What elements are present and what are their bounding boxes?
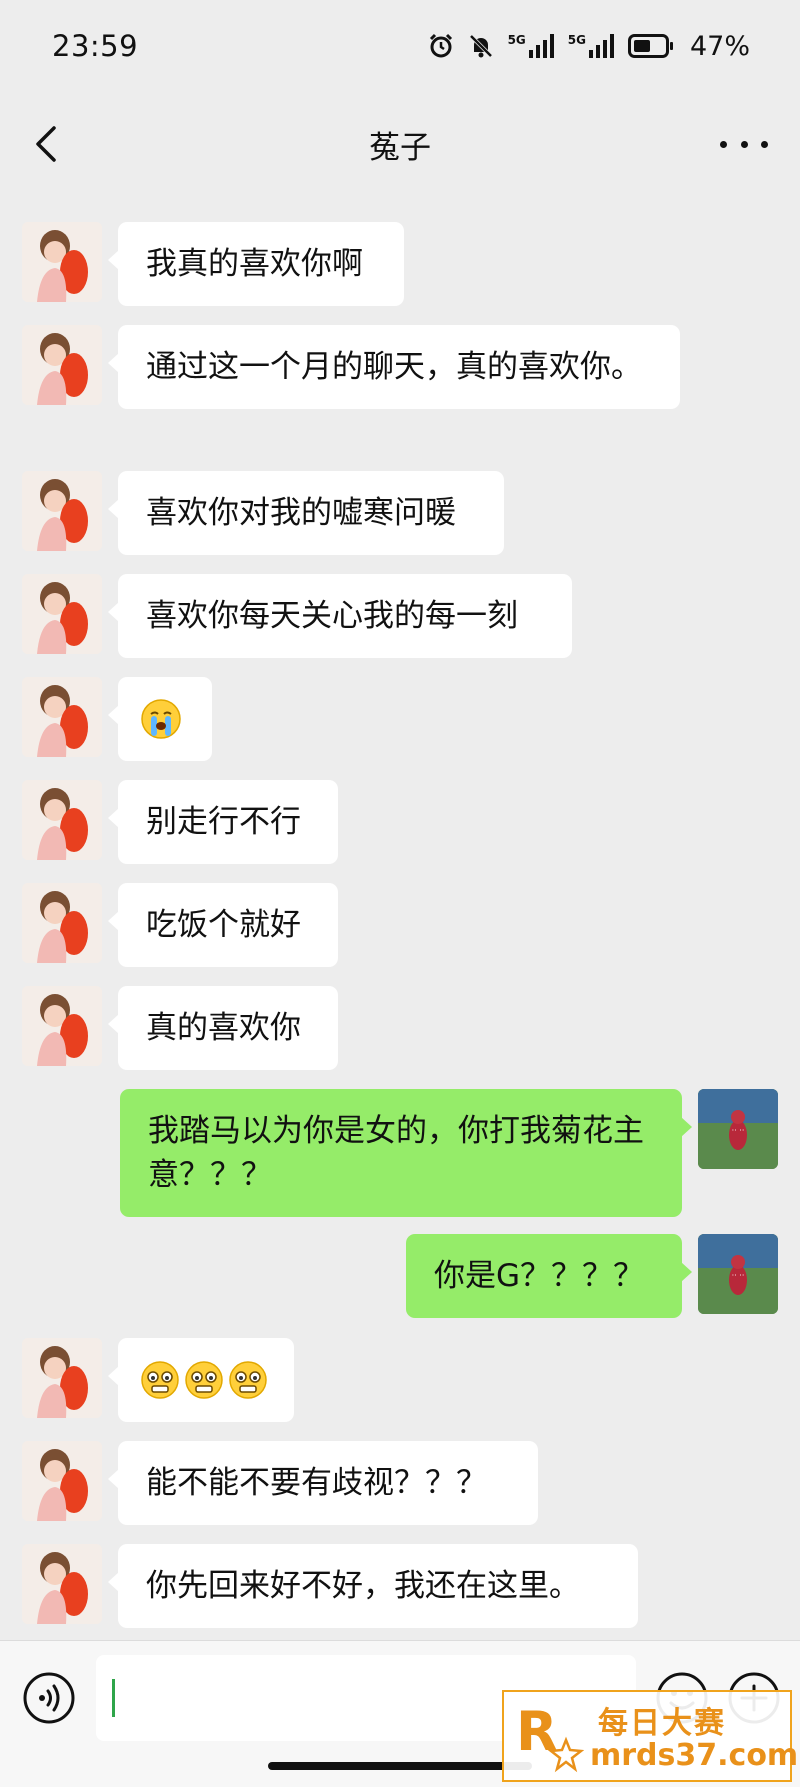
watermark-logo-icon: R	[516, 1700, 584, 1773]
message-bubble-outgoing[interactable]: 你是G？？？？	[406, 1234, 692, 1318]
message-bubble-incoming[interactable]: 吃饭个就好	[108, 883, 338, 967]
message-text: 喜欢你每天关心我的每一刻	[146, 598, 518, 634]
contact-avatar[interactable]	[22, 677, 102, 757]
message-row: 我真的喜欢你啊	[0, 216, 800, 306]
dot	[720, 140, 727, 148]
message-text: 真的喜欢你	[146, 1010, 301, 1046]
contact-avatar[interactable]	[22, 883, 102, 963]
chevron-left-icon	[36, 126, 56, 162]
emoji-row	[140, 1358, 272, 1402]
home-indicator	[268, 1762, 532, 1770]
text-caret	[112, 1679, 115, 1717]
contact-avatar[interactable]	[22, 325, 102, 405]
message-text: 别走行不行	[146, 804, 301, 840]
message-text: 我踏马以为你是女的，你打我菊花主意？？？	[148, 1113, 644, 1193]
status-bar: 23:59 5G 5G 47%	[0, 0, 800, 92]
svg-text:·· ··: ·· ··	[732, 1271, 745, 1280]
chat-title: 菟子	[369, 129, 431, 166]
message-bubble-incoming[interactable]: 通过这一个月的聊天，真的喜欢你。	[108, 325, 680, 409]
contact-avatar[interactable]	[22, 471, 102, 551]
dot	[761, 140, 768, 148]
message-bubble-incoming[interactable]	[108, 1338, 294, 1422]
message-row: 通过这一个月的聊天，真的喜欢你。	[0, 319, 800, 447]
contact-avatar[interactable]	[22, 1338, 102, 1418]
status-time: 23:59	[52, 29, 139, 63]
message-row: 吃饭个就好	[0, 877, 800, 967]
message-row: 喜欢你对我的嘘寒问暖	[0, 465, 800, 555]
status-icons: 5G 5G 47%	[428, 31, 750, 62]
message-text: 喜欢你对我的嘘寒问暖	[146, 495, 456, 531]
message-text: 你是G？？？？	[434, 1258, 645, 1294]
watermark-text: 每日大赛	[598, 1706, 726, 1741]
message-bubble-outgoing[interactable]: 我踏马以为你是女的，你打我菊花主意？？？	[120, 1089, 692, 1217]
chat-screen: 23:59 5G 5G 47% 菟子 我真的喜欢你啊 通过这一个月的聊天，真的喜…	[0, 0, 800, 1787]
my-avatar[interactable]: ·· ··	[698, 1089, 778, 1169]
voice-icon	[23, 1672, 75, 1724]
watermark-url: mrds37.com	[590, 1738, 799, 1773]
svg-text:R: R	[516, 1700, 558, 1763]
message-text: 能不能不要有歧视？？？	[146, 1465, 487, 1501]
message-text: 我真的喜欢你啊	[146, 246, 363, 282]
message-text: 吃饭个就好	[146, 907, 301, 943]
contact-avatar[interactable]	[22, 1544, 102, 1624]
signal-5g-2-icon: 5G	[568, 34, 614, 58]
contact-avatar[interactable]	[22, 574, 102, 654]
tearful-face-icon	[185, 1361, 223, 1399]
message-row: 你先回来好不好，我还在这里。	[0, 1538, 800, 1628]
emoji-row	[140, 697, 190, 741]
message-bubble-incoming[interactable]: 我真的喜欢你啊	[108, 222, 404, 306]
message-bubble-incoming[interactable]: 喜欢你每天关心我的每一刻	[108, 574, 572, 658]
message-text: 你先回来好不好，我还在这里。	[146, 1568, 580, 1604]
message-bubble-incoming[interactable]: 喜欢你对我的嘘寒问暖	[108, 471, 504, 555]
svg-text:·· ··: ·· ··	[732, 1126, 745, 1135]
back-button[interactable]	[26, 122, 70, 166]
message-row: 真的喜欢你	[0, 980, 800, 1070]
message-bubble-incoming[interactable]: 你先回来好不好，我还在这里。	[108, 1544, 638, 1628]
more-button[interactable]	[720, 122, 768, 166]
message-bubble-incoming[interactable]: 真的喜欢你	[108, 986, 338, 1070]
message-bubble-incoming[interactable]: 别走行不行	[108, 780, 338, 864]
message-row: 我踏马以为你是女的，你打我菊花主意？？？ ·· ··	[0, 1083, 800, 1217]
battery-icon	[627, 34, 673, 58]
message-bubble-incoming[interactable]: 能不能不要有歧视？？？	[108, 1441, 538, 1525]
watermark: R 每日大赛 mrds37.com	[502, 1690, 798, 1782]
message-row: 你是G？？？？ ·· ··	[0, 1228, 800, 1318]
contact-avatar[interactable]	[22, 1441, 102, 1521]
tearful-face-icon	[141, 1361, 179, 1399]
alarm-icon	[429, 33, 452, 58]
message-row	[0, 1332, 800, 1422]
nav-bar: 菟子	[0, 92, 800, 196]
contact-avatar[interactable]	[22, 986, 102, 1066]
message-row: 别走行不行	[0, 774, 800, 864]
message-bubble-incoming[interactable]	[108, 677, 212, 761]
loudly-crying-face-icon	[141, 699, 181, 739]
message-row	[0, 671, 800, 761]
voice-button[interactable]	[22, 1671, 76, 1725]
message-row: 能不能不要有歧视？？？	[0, 1435, 800, 1525]
signal-5g-1-icon: 5G	[508, 34, 554, 58]
contact-avatar[interactable]	[22, 222, 102, 302]
mute-bell-icon	[469, 34, 492, 58]
tearful-face-icon	[229, 1361, 267, 1399]
contact-avatar[interactable]	[22, 780, 102, 860]
message-row: 喜欢你每天关心我的每一刻	[0, 568, 800, 658]
message-text: 通过这一个月的聊天，真的喜欢你。	[146, 349, 642, 385]
dot	[740, 140, 748, 148]
battery-percentage: 47%	[689, 30, 750, 62]
my-avatar[interactable]: ·· ··	[698, 1234, 778, 1314]
